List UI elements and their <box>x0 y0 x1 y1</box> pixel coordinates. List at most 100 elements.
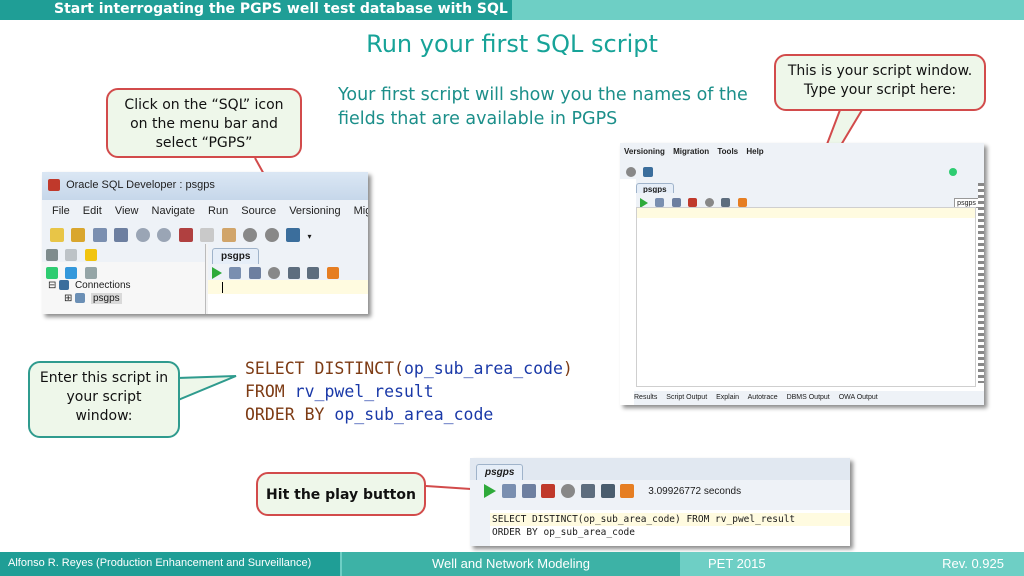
explain-icon[interactable] <box>721 198 731 208</box>
save-all-icon[interactable] <box>114 227 129 242</box>
rollback-icon[interactable] <box>688 198 698 208</box>
back-icon[interactable] <box>243 227 258 242</box>
play-button-callout: Hit the play button <box>256 472 426 516</box>
tree-connections-label: Connections <box>74 280 131 291</box>
run-toolbar-screenshot: psgps 3.09926772 seconds SELECT DISTINCT… <box>470 458 850 546</box>
clear-icon[interactable] <box>620 484 635 498</box>
editor-code[interactable]: SELECT DISTINCT(op_sub_area_code) FROM r… <box>490 510 850 546</box>
reports-tab-icon[interactable] <box>65 248 78 261</box>
clear-icon[interactable] <box>737 198 747 208</box>
tree-expand-icon[interactable]: ⊞ <box>64 293 72 304</box>
sql-worksheet-icon[interactable] <box>285 227 300 242</box>
explain-icon[interactable] <box>580 484 595 498</box>
cut-icon[interactable] <box>178 227 193 242</box>
footer-revision: Rev. 0.925 <box>942 556 1004 571</box>
owa-output-tab[interactable]: OWA Output <box>839 394 878 401</box>
editor-current-line <box>637 208 975 218</box>
script-output-tab[interactable]: Script Output <box>666 394 707 401</box>
menu-migration[interactable]: Migration <box>354 205 368 217</box>
tree-connections[interactable]: ⊟ Connections <box>42 278 205 293</box>
editor-line-1: SELECT DISTINCT(op_sub_area_code) FROM r… <box>490 513 850 526</box>
paste-icon[interactable] <box>221 227 236 242</box>
worksheet-tabs: psgps <box>470 458 850 480</box>
sql-icon-callout: Click on the “SQL” icon on the menu bar … <box>106 88 302 158</box>
run-script-icon[interactable] <box>655 198 665 208</box>
worksheet-tab[interactable]: psgps <box>212 248 260 264</box>
menu-bar: File Edit View Navigate Run Source Versi… <box>42 200 368 222</box>
vertical-splitter[interactable] <box>978 183 984 383</box>
files-tab-icon[interactable] <box>84 248 97 261</box>
autotrace-icon[interactable] <box>600 484 615 498</box>
menu-bar: Versioning Migration Tools Help <box>620 143 984 161</box>
window-title: Oracle SQL Developer : psgps <box>66 179 215 191</box>
menu-file[interactable]: File <box>52 205 70 217</box>
connections-pane-header <box>42 244 205 262</box>
sql-select-kw: SELECT DISTINCT( <box>245 359 404 378</box>
refresh-icon[interactable] <box>65 266 78 279</box>
menu-migration[interactable]: Migration <box>673 147 709 156</box>
tree-psgps[interactable]: ⊞ psgps <box>42 293 205 304</box>
tree-collapse-icon[interactable]: ⊟ <box>48 280 56 291</box>
play-button-callout-text: Hit the play button <box>266 487 416 503</box>
menu-source[interactable]: Source <box>241 205 276 217</box>
banner-title: Start interrogating the PGPS well test d… <box>54 1 508 17</box>
forward-icon[interactable] <box>264 227 279 242</box>
menu-navigate[interactable]: Navigate <box>152 205 195 217</box>
commit-icon[interactable] <box>248 266 261 279</box>
clear-icon[interactable] <box>326 266 339 279</box>
dbms-output-tab[interactable]: DBMS Output <box>787 394 830 401</box>
rollback-icon[interactable] <box>541 484 556 498</box>
menu-help[interactable]: Help <box>746 147 763 156</box>
explain-icon[interactable] <box>287 266 300 279</box>
commit-icon[interactable] <box>521 484 536 498</box>
menu-versioning[interactable]: Versioning <box>289 205 340 217</box>
sql-script: SELECT DISTINCT(op_sub_area_code) FROM r… <box>245 357 573 426</box>
sql-dropdown-chevron-icon[interactable]: ▾ <box>307 232 311 241</box>
results-tab[interactable]: Results <box>634 394 657 401</box>
enter-script-pointer <box>177 375 237 402</box>
script-editor[interactable] <box>636 207 976 387</box>
search-icon[interactable] <box>948 167 957 176</box>
cancel-icon[interactable] <box>561 484 576 498</box>
commit-icon[interactable] <box>671 198 681 208</box>
filter-icon[interactable] <box>84 266 97 279</box>
sql-from-kw: FROM <box>245 382 295 401</box>
redo-icon[interactable] <box>157 227 172 242</box>
sql-select-close: ) <box>562 359 573 378</box>
run-icon[interactable] <box>212 266 222 279</box>
run-script-icon[interactable] <box>229 266 242 279</box>
worksheet-pane: psgps <box>208 244 368 314</box>
worksheet-tabs: psgps <box>636 179 984 195</box>
copy-icon[interactable] <box>200 227 215 242</box>
connections-toolbar <box>42 262 205 279</box>
cancel-icon[interactable] <box>704 198 714 208</box>
add-connection-icon[interactable] <box>46 266 58 279</box>
autotrace-icon[interactable] <box>307 266 320 279</box>
menu-tools[interactable]: Tools <box>717 147 738 156</box>
main-toolbar <box>620 161 984 179</box>
autotrace-tab[interactable]: Autotrace <box>748 394 778 401</box>
footer-author: Alfonso R. Reyes (Production Enhancement… <box>0 552 340 576</box>
worksheet-tabs: psgps <box>208 244 368 264</box>
worksheet-tab[interactable]: psgps <box>476 464 524 480</box>
run-script-icon[interactable] <box>501 484 516 498</box>
sql-from-table: rv_pwel_result <box>294 382 434 401</box>
open-icon[interactable] <box>71 227 86 242</box>
cancel-icon[interactable] <box>268 266 281 279</box>
save-icon[interactable] <box>92 227 107 242</box>
sql-select-field: op_sub_area_code <box>403 359 563 378</box>
menu-run[interactable]: Run <box>208 205 228 217</box>
menu-versioning[interactable]: Versioning <box>624 147 665 156</box>
new-icon[interactable] <box>50 227 64 242</box>
explain-tab[interactable]: Explain <box>716 394 739 401</box>
back-icon[interactable] <box>626 166 636 177</box>
elapsed-time: 3.09926772 seconds <box>648 485 742 497</box>
undo-icon[interactable] <box>135 227 150 242</box>
connections-tab-icon[interactable] <box>46 248 58 261</box>
sql-order-field: op_sub_area_code <box>334 405 494 424</box>
menu-view[interactable]: View <box>115 205 139 217</box>
sql-worksheet-icon[interactable] <box>643 166 654 177</box>
play-button-icon[interactable] <box>484 484 496 498</box>
worksheet-editor[interactable] <box>208 280 368 294</box>
menu-edit[interactable]: Edit <box>83 205 102 217</box>
